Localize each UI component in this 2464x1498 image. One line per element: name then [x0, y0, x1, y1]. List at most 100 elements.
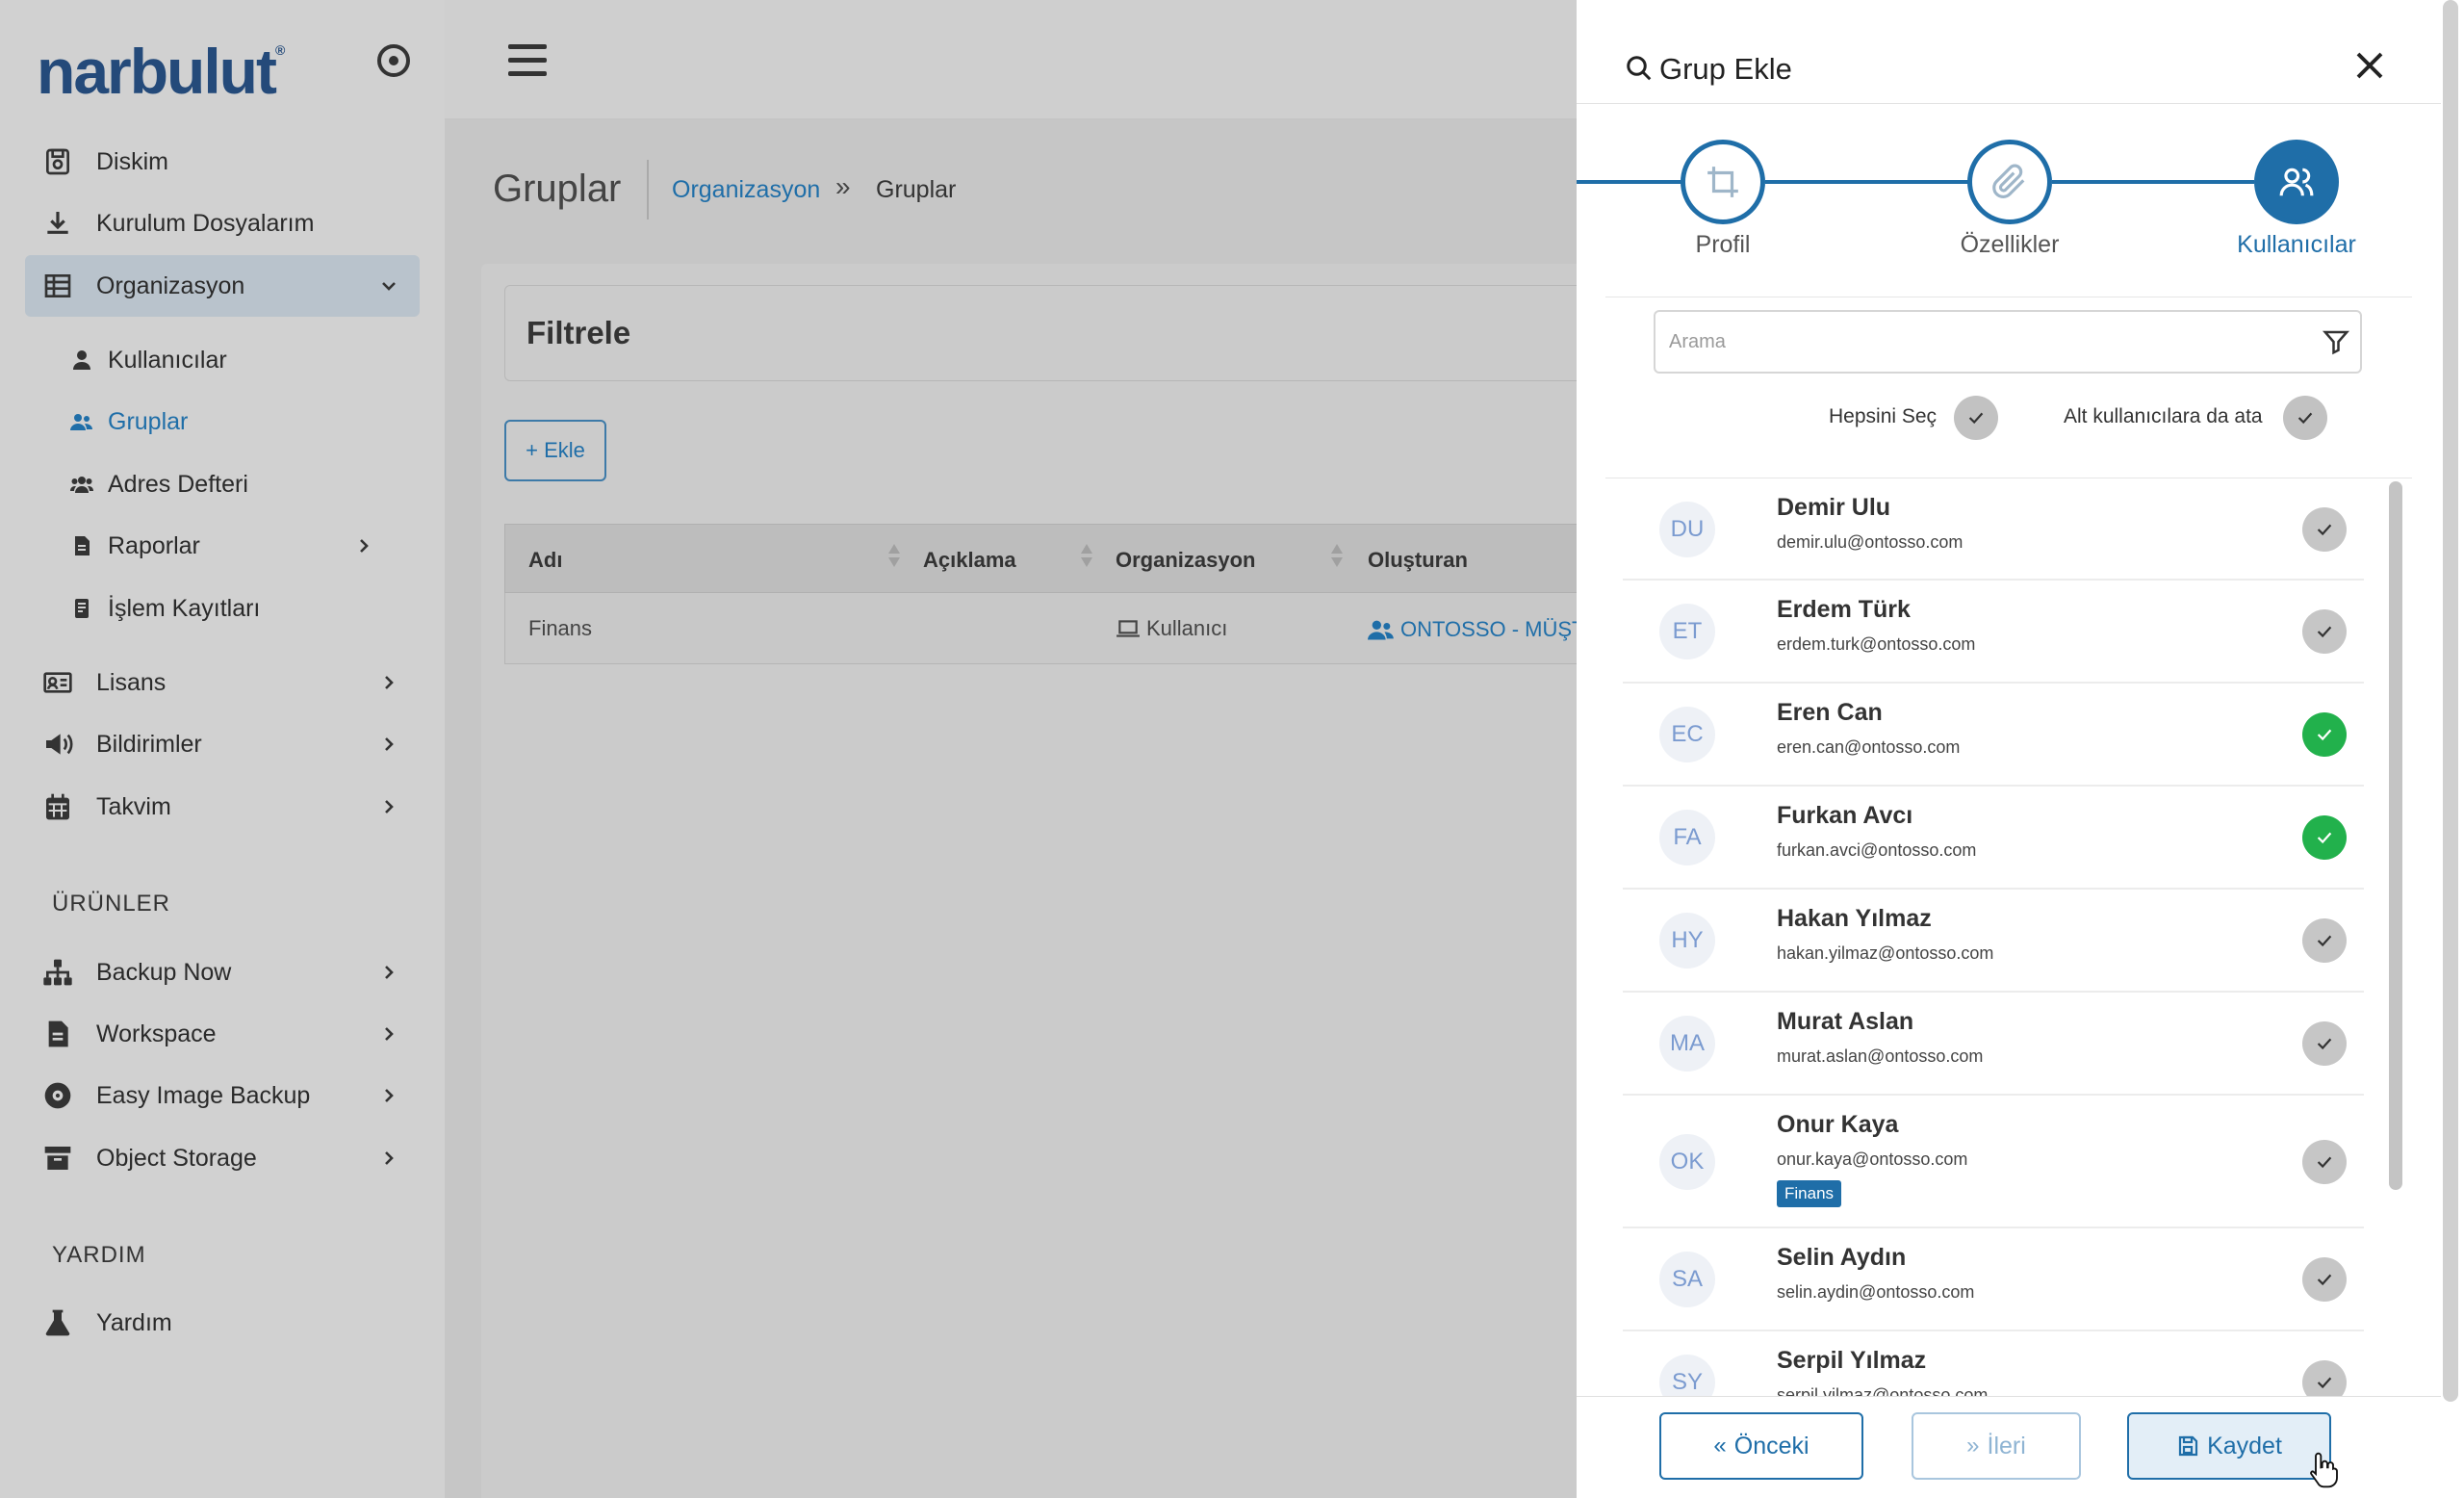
- laptop-icon: [1116, 620, 1140, 637]
- list-item[interactable]: DU Demir Ulu demir.ulu@ontosso.com: [1623, 478, 2364, 581]
- sidebar-item-raporlar[interactable]: Raporlar: [69, 522, 387, 570]
- avatar: MA: [1659, 1016, 1715, 1072]
- step-label-profile: Profil: [1695, 231, 1751, 258]
- user-select-toggle[interactable]: [2302, 1021, 2347, 1066]
- chevron-right-icon: [385, 1027, 394, 1041]
- user-select-toggle[interactable]: [2302, 1140, 2347, 1184]
- chevron-right-icon: [360, 539, 369, 553]
- select-all-toggle[interactable]: [1954, 396, 1998, 440]
- user-email: murat.aslan@ontosso.com: [1777, 1046, 1984, 1066]
- column-header-creator[interactable]: Oluşturan: [1368, 548, 1468, 573]
- user-select-toggle[interactable]: [2302, 507, 2347, 552]
- sidebar-item-islem-kayitlari[interactable]: İşlem Kayıtları: [69, 584, 260, 633]
- save-button[interactable]: Kaydet: [2127, 1412, 2331, 1480]
- column-header-name[interactable]: Adı: [528, 548, 562, 573]
- avatar: EC: [1659, 707, 1715, 762]
- list-item[interactable]: HY Hakan Yılmaz hakan.yilmaz@ontosso.com: [1623, 890, 2364, 993]
- list-scrollbar[interactable]: [2389, 481, 2402, 1190]
- paperclip-icon: [1992, 164, 2025, 199]
- add-button[interactable]: + Ekle: [504, 420, 606, 481]
- next-button[interactable]: » İleri: [1912, 1412, 2081, 1480]
- user-name: Onur Kaya: [1777, 1111, 1899, 1138]
- close-icon[interactable]: [2352, 48, 2387, 83]
- sidebar-item-bildirimler[interactable]: Bildirimler: [25, 713, 420, 775]
- list-item[interactable]: SY Serpil Yılmaz serpil.yilmaz@ontosso.c…: [1623, 1331, 2364, 1396]
- hamburger-menu-icon[interactable]: [508, 44, 547, 79]
- filter-icon[interactable]: [2322, 327, 2350, 356]
- users-icon: [1368, 620, 1394, 640]
- column-header-organization[interactable]: Organizasyon: [1116, 548, 1255, 573]
- sidebar-item-adres-defteri[interactable]: Adres Defteri: [69, 460, 248, 508]
- target-icon[interactable]: [377, 44, 410, 77]
- sidebar-item-label: Diskim: [96, 147, 168, 175]
- step-connector: [1577, 180, 1682, 184]
- user-select-toggle[interactable]: [2302, 609, 2347, 654]
- step-users[interactable]: [2254, 140, 2339, 224]
- double-chevron-right-icon: »: [1966, 1433, 1980, 1459]
- user-email: furkan.avci@ontosso.com: [1777, 840, 1977, 860]
- sidebar-item-diskim[interactable]: Diskim: [25, 131, 420, 193]
- list-item[interactable]: MA Murat Aslan murat.aslan@ontosso.com: [1623, 993, 2364, 1096]
- user-name: Erdem Türk: [1777, 596, 1911, 623]
- sidebar-item-takvim[interactable]: Takvim: [25, 776, 420, 838]
- list-item[interactable]: OK Onur Kaya onur.kaya@ontosso.com Finan…: [1623, 1096, 2364, 1228]
- sort-icon[interactable]: [1331, 544, 1343, 573]
- sidebar-item-gruplar[interactable]: Gruplar: [69, 398, 188, 446]
- user-select-toggle[interactable]: [2302, 918, 2347, 963]
- check-icon: [2317, 832, 2332, 844]
- step-connector: [2052, 180, 2254, 184]
- main-content: Gruplar Organizasyon » Gruplar Filtrele …: [445, 119, 1599, 1498]
- step-properties[interactable]: [1967, 140, 2052, 224]
- sidebar-item-kullanicilar[interactable]: Kullanıcılar: [69, 336, 227, 384]
- user-icon: [69, 348, 94, 373]
- table-row[interactable]: Finans Kullanıcı ONTOSSO - MÜŞTE: [504, 593, 1599, 664]
- sidebar-item-easy-image-backup[interactable]: Easy Image Backup: [25, 1065, 420, 1126]
- user-email: erdem.turk@ontosso.com: [1777, 634, 1976, 654]
- sidebar-item-lisans[interactable]: Lisans: [25, 652, 420, 713]
- sidebar-item-label: Raporlar: [108, 531, 200, 559]
- user-email: onur.kaya@ontosso.com: [1777, 1149, 1968, 1169]
- list-item[interactable]: EC Eren Can eren.can@ontosso.com: [1623, 684, 2364, 787]
- sidebar-item-label: Object Storage: [96, 1144, 257, 1172]
- user-select-toggle[interactable]: [2302, 815, 2347, 860]
- list-item[interactable]: SA Selin Aydın selin.aydin@ontosso.com: [1623, 1228, 2364, 1331]
- sidebar-item-backup-now[interactable]: Backup Now: [25, 942, 420, 1003]
- logo[interactable]: narbulut®: [37, 35, 285, 108]
- assign-sub-users-toggle[interactable]: [2283, 396, 2327, 440]
- sidebar-item-workspace[interactable]: Workspace: [25, 1003, 420, 1065]
- avatar: DU: [1659, 502, 1715, 557]
- user-list[interactable]: DU Demir Ulu demir.ulu@ontosso.com ET Er…: [1605, 478, 2412, 1396]
- search-input[interactable]: [1656, 312, 2310, 372]
- sidebar-item-kurulum[interactable]: Kurulum Dosyalarım: [25, 193, 420, 254]
- sidebar-item-object-storage[interactable]: Object Storage: [25, 1127, 420, 1189]
- sidebar-item-yardim[interactable]: Yardım: [25, 1292, 420, 1354]
- previous-button[interactable]: «Önceki: [1659, 1412, 1863, 1480]
- section-title-urunler: ÜRÜNLER: [52, 891, 171, 917]
- page-title: Gruplar: [493, 168, 622, 210]
- user-select-toggle[interactable]: [2302, 1360, 2347, 1396]
- save-icon: [2178, 1435, 2198, 1457]
- sidebar-item-organizasyon[interactable]: Organizasyon: [25, 255, 420, 317]
- chevron-right-icon: [385, 737, 394, 751]
- user-email: serpil.yilmaz@ontosso.com: [1777, 1385, 1989, 1396]
- user-select-toggle[interactable]: [2302, 712, 2347, 757]
- cell-creator[interactable]: ONTOSSO - MÜŞTE: [1368, 616, 1599, 643]
- check-icon: [2317, 1377, 2332, 1389]
- sort-icon[interactable]: [888, 544, 900, 573]
- search-icon: [1627, 56, 1652, 81]
- chevron-right-icon: [385, 1151, 394, 1165]
- user-select-toggle[interactable]: [2302, 1257, 2347, 1302]
- title-divider: [647, 160, 649, 220]
- sort-icon[interactable]: [1081, 544, 1092, 573]
- list-item[interactable]: ET Erdem Türk erdem.turk@ontosso.com: [1623, 581, 2364, 684]
- filter-panel[interactable]: Filtrele: [504, 285, 1582, 381]
- users-icon: [2279, 168, 2314, 196]
- megaphone-icon: [40, 727, 75, 762]
- table-header: Adı Açıklama Organizasyon Oluşturan: [504, 524, 1582, 593]
- drawer-scrollbar[interactable]: [2443, 0, 2458, 1402]
- user-email: hakan.yilmaz@ontosso.com: [1777, 943, 1994, 963]
- column-header-description[interactable]: Açıklama: [923, 548, 1016, 573]
- list-item[interactable]: FA Furkan Avcı furkan.avci@ontosso.com: [1623, 787, 2364, 890]
- step-profile[interactable]: [1681, 140, 1765, 224]
- breadcrumb-link[interactable]: Organizasyon: [672, 176, 820, 204]
